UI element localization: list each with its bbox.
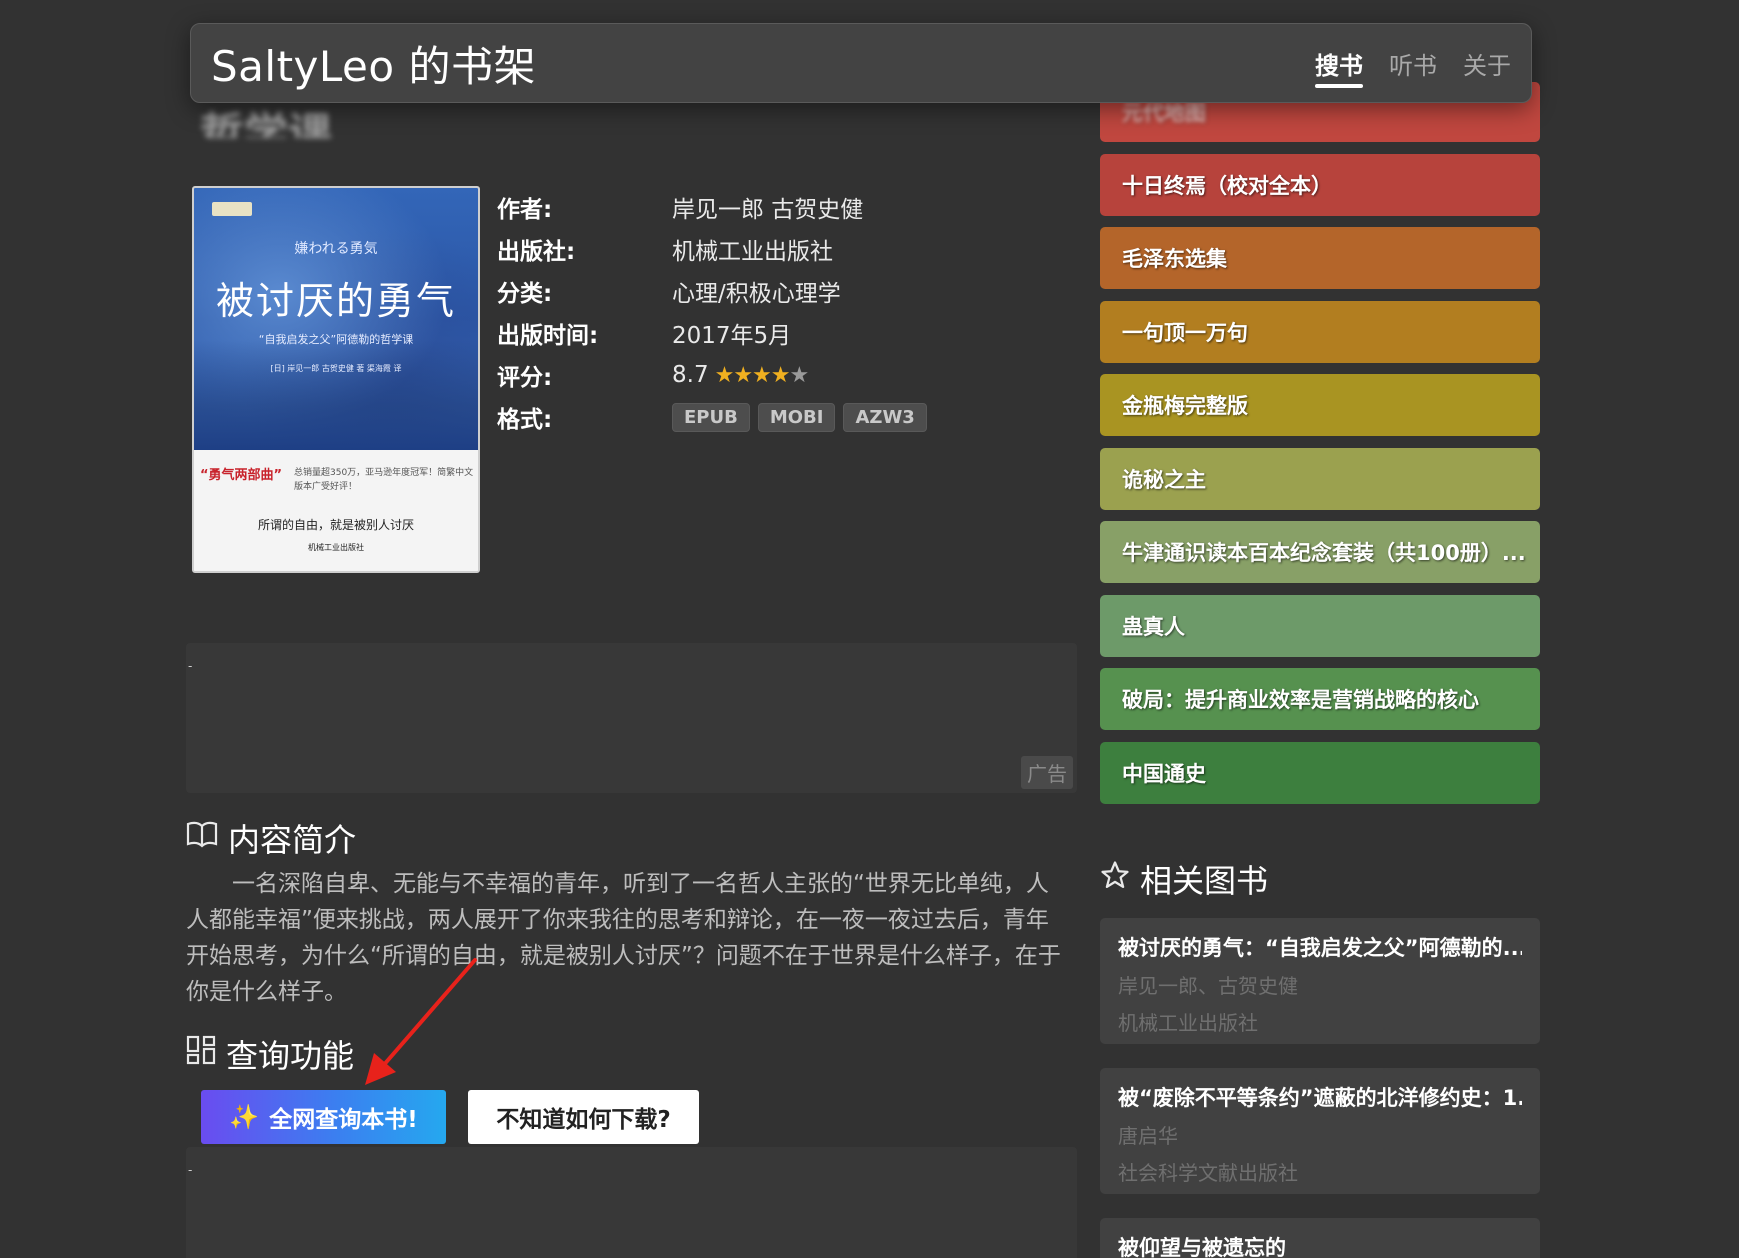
related-book-publisher: 机械工业出版社: [1118, 1011, 1258, 1035]
site-brand[interactable]: SaltyLeo 的书架: [211, 33, 536, 94]
label-date: 出版时间:: [497, 323, 599, 349]
search-all-web-label: 全网查询本书!: [269, 1107, 418, 1133]
ranking-item-label: 金瓶梅完整版: [1122, 394, 1248, 418]
label-format: 格式:: [497, 407, 553, 433]
book-info: 作者: 岸见一郎 古贺史健 出版社: 机械工业出版社 分类: 心理/积极心理学 …: [497, 186, 927, 438]
cover-tagline: 所谓的自由，就是被别人讨厌: [257, 518, 414, 532]
book-cover: 嫌われる勇気 被讨厌的勇气 “自我启发之父”阿德勒的哲学课 [日] 岸见一郎 古…: [192, 186, 480, 573]
nav-audiobooks[interactable]: 听书: [1389, 24, 1437, 102]
value-author: 岸见一郎 古贺史健: [672, 197, 864, 223]
cover-authors: [日] 岸见一郎 古贺史健 著 渠海霞 译: [270, 364, 402, 373]
cover-jp-title: 嫌われる勇気: [294, 241, 378, 257]
ranking-item[interactable]: 十日终焉（校对全本）: [1100, 153, 1540, 216]
info-row-date: 出版时间: 2017年5月: [497, 312, 927, 354]
cover-promo: 总销量超350万，亚马逊年度冠军！简繁中文版本广受好评！: [294, 468, 474, 492]
format-tag-mobi[interactable]: MOBI: [757, 402, 836, 432]
format-tags: EPUB MOBI AZW3: [672, 402, 927, 432]
ad-placeholder: -: [188, 659, 193, 673]
related-book-author: 岸见一郎、古贺史健: [1118, 974, 1298, 998]
ranking-item-label: 十日终焉（校对全本）: [1122, 173, 1332, 198]
info-row-publisher: 出版社: 机械工业出版社: [497, 228, 927, 270]
value-rating: 8.7 ★★★★★: [672, 362, 810, 388]
format-tag-epub[interactable]: EPUB: [672, 402, 750, 432]
search-all-web-button[interactable]: ✨ 全网查询本书!: [201, 1090, 446, 1144]
cover-subtitle: “自我启发之父”阿德勒的哲学课: [258, 333, 414, 346]
ranking-item[interactable]: 诡秘之主: [1100, 447, 1540, 510]
book-title-obscured: 哲学课: [200, 109, 332, 138]
ranking-item[interactable]: 牛津通识读本百本纪念套装（共100册）...: [1100, 521, 1540, 583]
ranking-item-label: 毛泽东选集: [1122, 247, 1227, 271]
nav-search-books[interactable]: 搜书: [1315, 24, 1363, 102]
value-category: 心理/积极心理学: [672, 281, 841, 307]
related-title: 相关图书: [1140, 862, 1269, 900]
query-title: 查询功能: [226, 1037, 355, 1075]
related-book-card[interactable]: 被讨厌的勇气：“自我启发之父”阿德勒的... 岸见一郎、古贺史健 机械工业出版社: [1100, 918, 1540, 1044]
related-book-title: 被仰望与被遗忘的: [1118, 1236, 1286, 1258]
grid-icon: [186, 1035, 216, 1073]
query-heading: 查询功能: [186, 1031, 354, 1077]
ranking-item[interactable]: 蛊真人: [1100, 594, 1540, 657]
ranking-item-label: 破局：提升商业效率是营销战略的核心: [1122, 688, 1479, 712]
related-heading: 相关图书: [1100, 856, 1268, 902]
intro-title: 内容简介: [228, 821, 357, 859]
value-publisher: 机械工业出版社: [672, 239, 833, 265]
ranking-item-label: 诡秘之主: [1122, 467, 1206, 492]
related-book-title: 被“废除不平等条约”遮蔽的北洋修约史：1...: [1118, 1086, 1522, 1110]
intro-heading: 内容简介: [186, 815, 356, 861]
cover-publisher: 机械工业出版社: [308, 543, 364, 552]
rating-score: 8.7: [672, 362, 709, 388]
ranking-item[interactable]: 毛泽东选集: [1100, 227, 1540, 289]
cover-title: 被讨厌的勇气: [215, 279, 456, 323]
related-book-author: 唐启华: [1118, 1124, 1178, 1148]
main-nav: 搜书 听书 关于: [1315, 24, 1511, 102]
ad-placeholder-2: -: [188, 1163, 193, 1177]
ranking-item-label: 牛津通识读本百本纪念套装（共100册）...: [1122, 541, 1526, 565]
related-book-publisher: 社会科学文献出版社: [1118, 1161, 1298, 1185]
open-book-icon: [186, 820, 218, 856]
ranking-item[interactable]: 中国通史: [1100, 741, 1540, 804]
ranking-item[interactable]: 破局：提升商业效率是营销战略的核心: [1100, 668, 1540, 730]
ranking-item-label: 中国通史: [1122, 761, 1206, 786]
top-navbar: SaltyLeo 的书架 搜书 听书 关于: [190, 23, 1532, 103]
related-book-title: 被讨厌的勇气：“自我启发之父”阿德勒的...: [1118, 936, 1522, 960]
ad-label: 广告: [1021, 756, 1073, 789]
label-rating: 评分:: [497, 365, 553, 391]
nav-about[interactable]: 关于: [1463, 24, 1511, 102]
ranking-item[interactable]: 金瓶梅完整版: [1100, 374, 1540, 436]
info-row-rating: 评分: 8.7 ★★★★★: [497, 354, 927, 396]
related-book-card[interactable]: 被仰望与被遗忘的: [1100, 1218, 1540, 1258]
red-arrow-annotation: [365, 958, 477, 1085]
label-publisher: 出版社:: [497, 239, 576, 265]
sparkle-icon: ✨: [229, 1103, 260, 1131]
info-row-category: 分类: 心理/积极心理学: [497, 270, 927, 312]
star-rating-icon: ★★★★★: [714, 362, 810, 388]
value-date: 2017年5月: [672, 323, 792, 349]
ad-banner[interactable]: - 广告: [186, 643, 1077, 793]
ranking-item-label: 一句顶一万句: [1122, 320, 1248, 345]
info-row-format: 格式: EPUB MOBI AZW3: [497, 396, 927, 438]
ranking-list: 元代地图 十日终焉（校对全本） 毛泽东选集 一句顶一万句 金瓶梅完整版 诡秘之主 牛津通识读…: [1100, 82, 1540, 815]
ad-banner-2[interactable]: -: [186, 1147, 1077, 1258]
ranking-item[interactable]: 一句顶一万句: [1100, 300, 1540, 363]
label-author: 作者:: [497, 197, 553, 223]
cover-series: “勇气两部曲”: [200, 468, 283, 483]
star-outline-icon: [1100, 860, 1130, 898]
format-tag-azw3[interactable]: AZW3: [843, 402, 927, 432]
info-row-author: 作者: 岸见一郎 古贺史健: [497, 186, 927, 228]
related-book-card[interactable]: 被“废除不平等条约”遮蔽的北洋修约史：1... 唐启华 社会科学文献出版社: [1100, 1068, 1540, 1194]
intro-text: 一名深陷自卑、无能与不幸福的青年，听到了一名哲人主张的“世界无比单纯，人人都能幸…: [186, 871, 1061, 1005]
series-logo: [212, 202, 252, 216]
ranking-item-label: 蛊真人: [1122, 614, 1185, 639]
how-to-download-button[interactable]: 不知道如何下载?: [468, 1090, 699, 1144]
label-category: 分类:: [497, 281, 553, 307]
